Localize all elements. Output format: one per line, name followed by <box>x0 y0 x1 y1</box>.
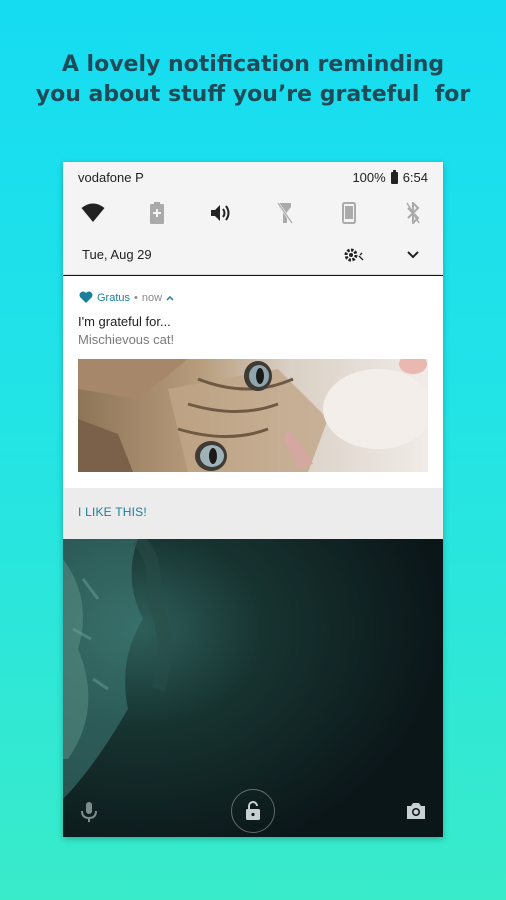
notification-card[interactable]: Gratus • now I'm grateful for... Mischie… <box>63 276 443 488</box>
headline-line-2: you about stuff you’re grateful for <box>35 82 471 107</box>
heart-icon <box>79 291 93 306</box>
clock: 6:54 <box>402 170 428 185</box>
rotation-lock-icon[interactable] <box>335 199 363 227</box>
settings-button[interactable] <box>341 244 369 266</box>
carrier-label: vodafone P <box>78 170 144 185</box>
cat-photo <box>78 359 428 472</box>
notification-header: Gratus • now <box>79 291 174 305</box>
lockscreen-wallpaper <box>63 539 443 837</box>
date-label: Tue, Aug 29 <box>82 247 152 262</box>
notification-separator: • <box>134 292 138 304</box>
battery-saver-icon[interactable] <box>143 199 171 227</box>
notification-text: Mischievous cat! <box>78 332 175 347</box>
headline: A lovely notification reminding you abou… <box>0 50 506 110</box>
camera-icon[interactable] <box>405 801 427 821</box>
headline-line-1: A lovely notification reminding <box>61 52 445 77</box>
phone-screen: vodafone P 100% 6:54 Tue, Aug 29 Gratus … <box>63 162 443 837</box>
notification-time: now <box>141 292 163 304</box>
battery-icon <box>390 169 398 184</box>
lock-open-icon <box>246 801 260 820</box>
chevron-up-icon[interactable] <box>166 292 174 304</box>
quick-settings-row <box>63 199 443 227</box>
wifi-icon[interactable] <box>79 199 107 227</box>
chevron-down-icon[interactable] <box>401 244 425 266</box>
notification-actions: I LIKE THIS! <box>63 488 443 539</box>
volume-icon[interactable] <box>207 199 235 227</box>
shade-footer: Tue, Aug 29 <box>63 244 443 266</box>
notification-app-name: Gratus <box>97 292 131 304</box>
notification-title: I'm grateful for... <box>78 314 171 329</box>
unlock-button[interactable] <box>231 789 275 833</box>
like-button[interactable]: I LIKE THIS! <box>78 505 147 519</box>
status-right: 100% 6:54 <box>352 169 428 185</box>
flashlight-icon[interactable] <box>271 199 299 227</box>
status-bar: vodafone P 100% 6:54 <box>78 169 428 186</box>
battery-percent: 100% <box>352 170 386 185</box>
mic-icon[interactable] <box>79 801 99 823</box>
bluetooth-icon[interactable] <box>399 199 427 227</box>
notification-shade: vodafone P 100% 6:54 Tue, Aug 29 <box>63 162 443 275</box>
